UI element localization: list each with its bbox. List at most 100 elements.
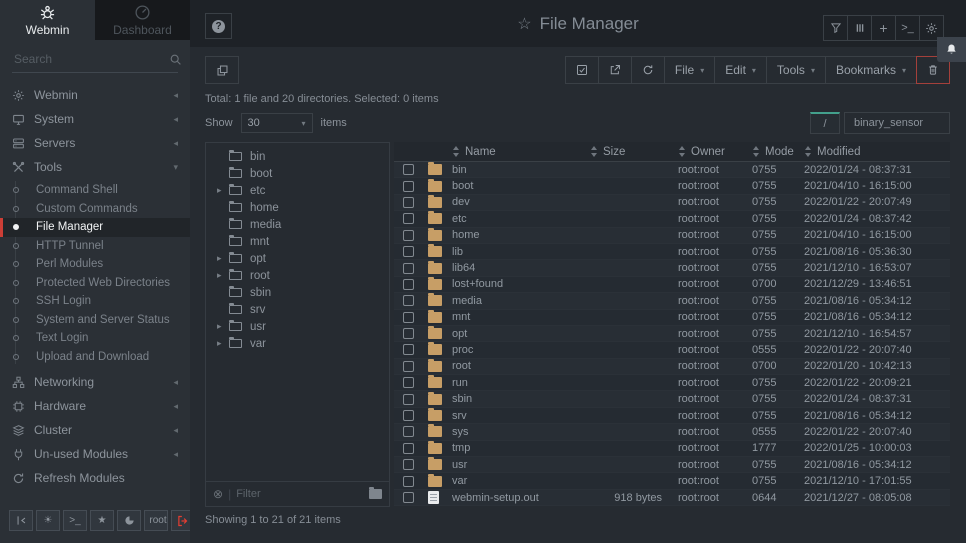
share-button[interactable] (598, 56, 632, 84)
tools-menu[interactable]: Tools▾ (766, 56, 826, 84)
file-name[interactable]: srv (452, 410, 590, 422)
sidebar-item-command-shell[interactable]: Command Shell (0, 181, 190, 200)
tree-item[interactable]: boot (206, 165, 389, 182)
file-name[interactable]: sys (452, 426, 590, 438)
row-checkbox[interactable] (403, 246, 414, 257)
file-name[interactable]: var (452, 475, 590, 487)
row-checkbox[interactable] (403, 328, 414, 339)
file-name[interactable]: bin (452, 164, 590, 176)
refresh-button[interactable] (631, 56, 665, 84)
sidebar-item-hardware[interactable]: Hardware ◂ (0, 394, 190, 418)
edit-menu[interactable]: Edit▾ (714, 56, 767, 84)
favorite-star-icon[interactable]: ☆ (517, 14, 531, 34)
sort-by-size[interactable]: Size (590, 146, 678, 158)
file-row[interactable]: binroot:root07552022/01/24 - 08:37:31 (394, 162, 950, 178)
tree-item[interactable]: ▸root (206, 267, 389, 284)
shell-button[interactable]: >_ (63, 510, 87, 531)
file-row[interactable]: tmproot:root17772022/01/25 - 10:00:03 (394, 441, 950, 457)
file-name[interactable]: lost+found (452, 278, 590, 290)
tree-expander-icon[interactable]: ▸ (217, 321, 229, 332)
file-name[interactable]: tmp (452, 442, 590, 454)
file-name[interactable]: boot (452, 180, 590, 192)
sort-by-owner[interactable]: Owner (678, 146, 752, 158)
sidebar-item-protected-web-directories[interactable]: Protected Web Directories (0, 274, 190, 293)
tree-item[interactable]: ▸usr (206, 318, 389, 335)
sidebar-item-webmin[interactable]: Webmin ◂ (0, 83, 190, 107)
row-checkbox[interactable] (403, 197, 414, 208)
row-checkbox[interactable] (403, 394, 414, 405)
row-checkbox[interactable] (403, 164, 414, 175)
file-row[interactable]: homeroot:root07552021/04/10 - 16:15:00 (394, 228, 950, 244)
sidebar-item-system-and-server-status[interactable]: System and Server Status (0, 311, 190, 330)
file-name[interactable]: webmin-setup.out (452, 492, 590, 504)
file-row[interactable]: rootroot:root07002022/01/20 - 10:42:13 (394, 359, 950, 375)
tree-item[interactable]: ▸etc (206, 182, 389, 199)
file-name[interactable]: opt (452, 328, 590, 340)
row-checkbox[interactable] (403, 181, 414, 192)
file-row[interactable]: etcroot:root07552022/01/24 - 08:37:42 (394, 211, 950, 227)
tree-item[interactable]: srv (206, 301, 389, 318)
bookmarks-menu[interactable]: Bookmarks▾ (825, 56, 917, 84)
sidebar-item-unused-modules[interactable]: Un-used Modules ◂ (0, 442, 190, 466)
select-all-button[interactable] (565, 56, 599, 84)
tree-item[interactable]: ▸opt (206, 250, 389, 267)
page-size-select[interactable]: 30 ▾ (241, 113, 313, 133)
file-row[interactable]: webmin-setup.out918 bytesroot:root064420… (394, 490, 950, 506)
sidebar-item-file-manager[interactable]: File Manager (0, 218, 190, 237)
tree-expander-icon[interactable]: ▸ (217, 253, 229, 264)
row-checkbox[interactable] (403, 377, 414, 388)
sidebar-item-ssh-login[interactable]: SSH Login (0, 292, 190, 311)
sort-by-name[interactable]: Name (452, 146, 590, 158)
file-menu[interactable]: File▾ (664, 56, 715, 84)
file-row[interactable]: mntroot:root07552021/08/16 - 05:34:12 (394, 310, 950, 326)
tree-item[interactable]: mnt (206, 233, 389, 250)
file-name[interactable]: root (452, 360, 590, 372)
sidebar-item-cluster[interactable]: Cluster ◂ (0, 418, 190, 442)
clear-filter-icon[interactable]: ⊗ (213, 487, 223, 501)
collapse-sidebar-button[interactable] (9, 510, 33, 531)
sidebar-item-servers[interactable]: Servers ◂ (0, 131, 190, 155)
row-checkbox[interactable] (403, 263, 414, 274)
file-name[interactable]: home (452, 229, 590, 241)
row-checkbox[interactable] (403, 443, 414, 454)
file-name[interactable]: dev (452, 196, 590, 208)
row-checkbox[interactable] (403, 295, 414, 306)
file-row[interactable]: sbinroot:root07552022/01/24 - 08:37:31 (394, 391, 950, 407)
tree-item[interactable]: sbin (206, 284, 389, 301)
row-checkbox[interactable] (403, 213, 414, 224)
notifications-button[interactable] (937, 37, 966, 62)
sidebar-item-refresh-modules[interactable]: Refresh Modules (0, 466, 190, 490)
file-name[interactable]: lib64 (452, 262, 590, 274)
file-row[interactable]: lost+foundroot:root07002021/12/29 - 13:4… (394, 277, 950, 293)
tree-item[interactable]: ▸var (206, 335, 389, 352)
row-checkbox[interactable] (403, 230, 414, 241)
theme-toggle-button[interactable]: ☀ (36, 510, 60, 531)
add-button[interactable]: + (871, 15, 896, 41)
favorites-button[interactable]: ★ (90, 510, 114, 531)
file-row[interactable]: runroot:root07552022/01/22 - 20:09:21 (394, 375, 950, 391)
row-checkbox[interactable] (403, 492, 414, 503)
file-name[interactable]: mnt (452, 311, 590, 323)
row-checkbox[interactable] (403, 410, 414, 421)
row-checkbox[interactable] (403, 426, 414, 437)
file-row[interactable]: sysroot:root05552022/01/22 - 20:07:40 (394, 424, 950, 440)
toggle-tree-button[interactable] (205, 56, 239, 84)
file-row[interactable]: mediaroot:root07552021/08/16 - 05:34:12 (394, 293, 950, 309)
theme-palette-button[interactable] (117, 510, 141, 531)
filter-button[interactable] (823, 15, 848, 41)
file-row[interactable]: procroot:root05552022/01/22 - 20:07:40 (394, 342, 950, 358)
tab-dashboard[interactable]: Dashboard (95, 0, 190, 40)
row-checkbox[interactable] (403, 361, 414, 372)
tree-expander-icon[interactable]: ▸ (217, 270, 229, 281)
terminal-button[interactable]: >_ (895, 15, 920, 41)
tree-item[interactable]: media (206, 216, 389, 233)
file-row[interactable]: devroot:root07552022/01/22 - 20:07:49 (394, 195, 950, 211)
sidebar-search-input[interactable] (14, 52, 169, 66)
sidebar-item-perl-modules[interactable]: Perl Modules (0, 255, 190, 274)
sidebar-item-system[interactable]: System ◂ (0, 107, 190, 131)
file-row[interactable]: optroot:root07552021/12/10 - 16:54:57 (394, 326, 950, 342)
tab-webmin[interactable]: Webmin (0, 0, 95, 40)
columns-button[interactable] (847, 15, 872, 41)
tree-expander-icon[interactable]: ▸ (217, 338, 229, 349)
tree-item[interactable]: bin (206, 148, 389, 165)
